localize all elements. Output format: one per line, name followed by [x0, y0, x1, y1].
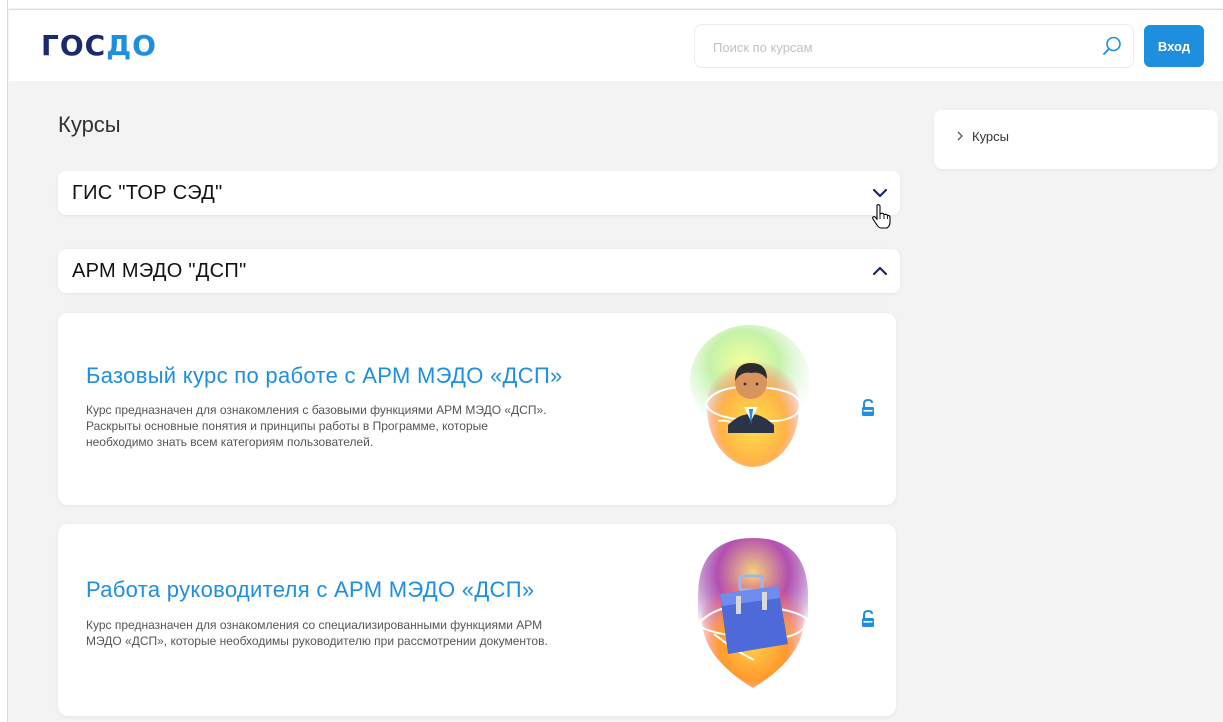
breadcrumb-label: Курсы [972, 129, 1010, 144]
course-description: Курс предназначен для ознакомления с баз… [86, 402, 646, 450]
user-avatar-illustration [688, 325, 818, 485]
window-top-edge [0, 0, 1223, 8]
unlock-icon [860, 398, 876, 417]
chevron-right-icon [956, 129, 964, 144]
page-title: Курсы [58, 112, 121, 137]
search-box [694, 24, 1134, 69]
search-input[interactable] [695, 25, 1095, 69]
course-card[interactable]: Базовый курс по работе с АРМ МЭДО «ДСП» … [58, 313, 896, 505]
section-gis-tor-sed[interactable]: ГИС "ТОР СЭД" [58, 171, 900, 215]
briefcase-illustration [688, 536, 818, 696]
login-button[interactable]: Вход [1144, 25, 1204, 67]
site-logo[interactable]: ГОС ДО [41, 29, 157, 62]
search-icon[interactable] [1101, 35, 1123, 57]
course-title[interactable]: Базовый курс по работе с АРМ МЭДО «ДСП» [86, 363, 563, 389]
logo-text-right: ДО [106, 29, 157, 62]
description-line: Курс предназначен для ознакомления с баз… [86, 403, 547, 417]
hand-cursor-icon [870, 203, 892, 229]
chevron-up-icon[interactable] [872, 263, 888, 279]
unlock-icon [860, 609, 876, 628]
logo-text-left: ГОС [41, 29, 107, 62]
description-line: Раскрыты основные понятия и принципы раб… [86, 419, 488, 433]
course-title[interactable]: Работа руководителя с АРМ МЭДО «ДСП» [86, 577, 534, 603]
sidebar-breadcrumb-panel: Курсы [934, 110, 1218, 169]
course-description: Курс предназначен для ознакомления со сп… [86, 617, 646, 649]
chevron-down-icon[interactable] [872, 185, 888, 201]
section-arm-medo-dsp[interactable]: АРМ МЭДО "ДСП" [58, 249, 900, 293]
site-header: ГОС ДО Вход [9, 9, 1223, 81]
description-line: необходимо знать всем категориям пользов… [86, 435, 374, 449]
breadcrumb[interactable]: Курсы [956, 129, 1009, 144]
course-card[interactable]: Работа руководителя с АРМ МЭДО «ДСП» Кур… [58, 524, 896, 716]
description-line: Курс предназначен для ознакомления со сп… [86, 618, 543, 632]
description-line: МЭДО «ДСП», которые необходимы руководит… [86, 634, 548, 648]
section-title: АРМ МЭДО "ДСП" [72, 260, 247, 282]
window-left-edge [0, 0, 8, 722]
section-title: ГИС "ТОР СЭД" [72, 182, 223, 204]
